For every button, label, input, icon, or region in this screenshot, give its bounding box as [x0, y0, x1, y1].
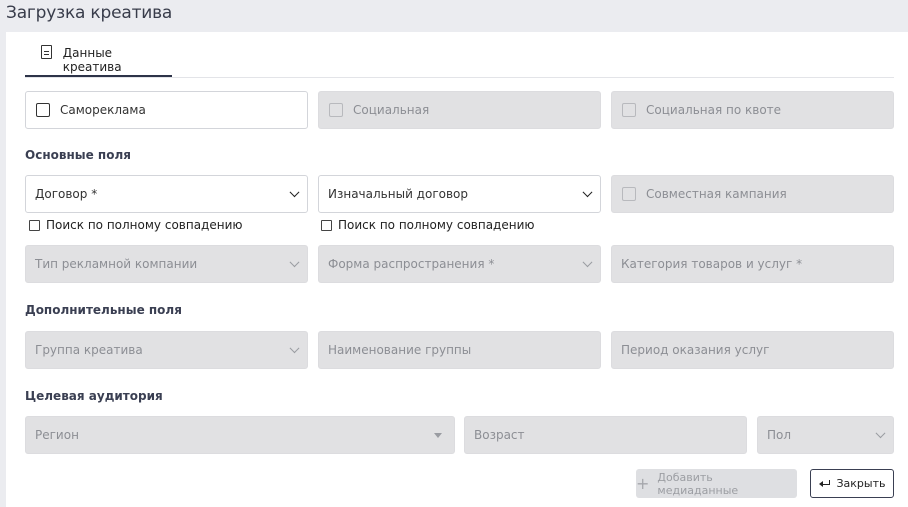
- close-button[interactable]: Закрыть: [810, 469, 894, 498]
- caret-down-icon: [434, 433, 442, 438]
- checkbox-icon: [622, 187, 636, 201]
- return-icon: [818, 479, 830, 488]
- checkbox-icon: [329, 103, 343, 117]
- creative-group-select: Группа креатива: [25, 331, 308, 369]
- exact-match-checkbox-contract[interactable]: Поиск по полному совпадению: [29, 218, 242, 232]
- document-icon: [41, 45, 52, 59]
- exact-match-checkbox-initial[interactable]: Поиск по полному совпадению: [321, 218, 534, 232]
- page-title: Загрузка креатива: [6, 3, 173, 23]
- checkbox-icon: [36, 103, 50, 117]
- age-field: Возраст: [464, 416, 747, 454]
- region-select: Регион: [25, 416, 455, 454]
- chevron-down-icon: [289, 187, 300, 198]
- section-title-audience: Целевая аудитория: [25, 389, 163, 403]
- initial-contract-select[interactable]: Изначальный договор: [318, 175, 601, 213]
- social-quota-checkbox: Социальная по квоте: [611, 91, 894, 129]
- social-checkbox: Социальная: [318, 91, 601, 129]
- checkbox-icon: [622, 103, 636, 117]
- campaign-type-select: Тип рекламной компании: [25, 245, 308, 283]
- checkbox-icon: [29, 219, 40, 231]
- chevron-down-icon: [582, 257, 593, 268]
- gender-select: Пол: [757, 416, 894, 454]
- goods-category-field: Категория товаров и услуг *: [611, 245, 894, 283]
- plus-icon: +: [636, 473, 650, 493]
- section-title-main: Основные поля: [25, 148, 131, 162]
- checkbox-icon: [321, 219, 332, 231]
- chevron-down-icon: [875, 428, 886, 439]
- distribution-form-select: Форма распространения *: [318, 245, 601, 283]
- tab-divider: [25, 77, 894, 78]
- contract-select[interactable]: Договор *: [25, 175, 308, 213]
- group-name-field: Наименование группы: [318, 331, 601, 369]
- self-promo-checkbox[interactable]: Самореклама: [25, 91, 308, 129]
- section-title-extra: Дополнительные поля: [25, 303, 182, 317]
- joint-campaign-checkbox: Совместная кампания: [611, 175, 894, 213]
- tab-creative-data[interactable]: Данные креатива: [25, 44, 172, 77]
- service-period-field: Период оказания услуг: [611, 331, 894, 369]
- chevron-down-icon: [289, 257, 300, 268]
- add-media-button: + Добавить медиаданные: [636, 469, 797, 498]
- tab-label: Данные креатива: [62, 46, 122, 74]
- chevron-down-icon: [582, 187, 593, 198]
- chevron-down-icon: [289, 343, 300, 354]
